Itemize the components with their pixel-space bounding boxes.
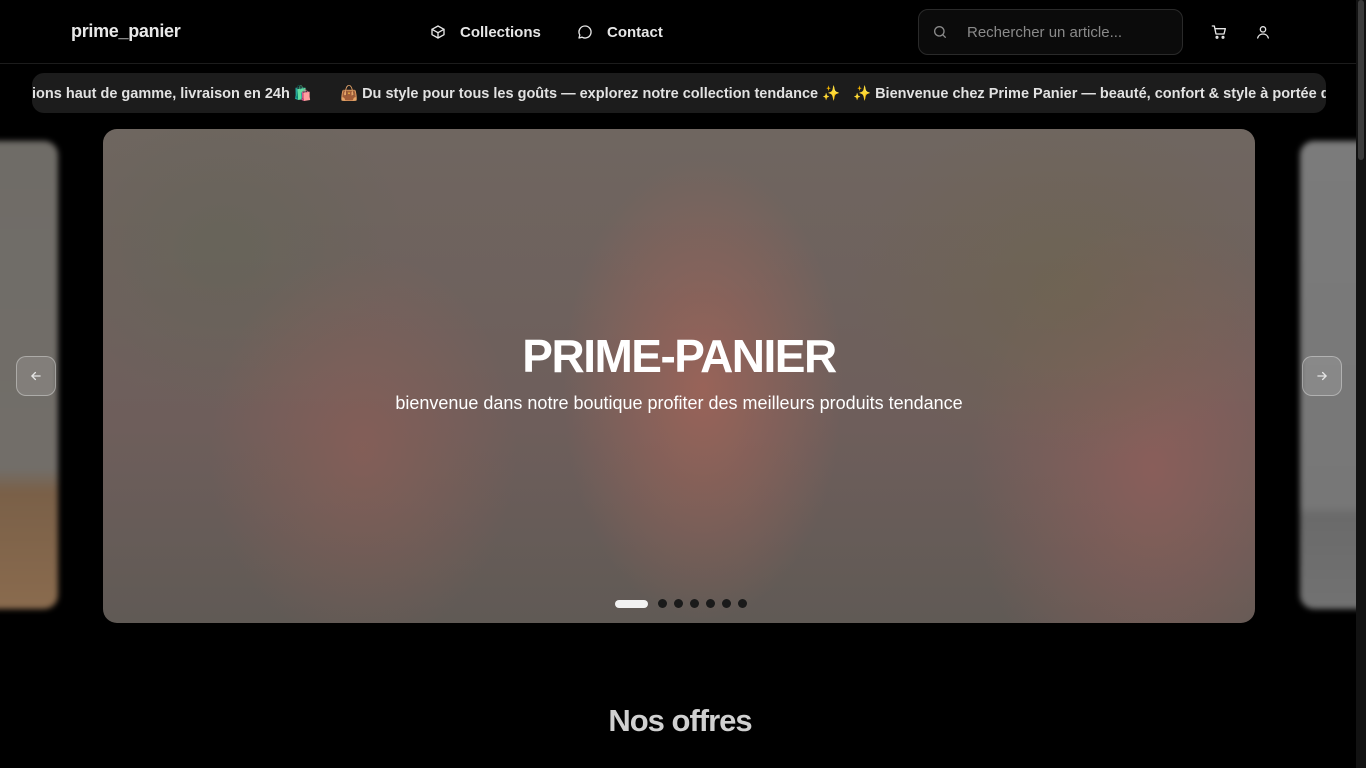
slide-dot[interactable]	[674, 599, 683, 608]
search-input[interactable]	[967, 10, 1177, 54]
nav-collections-label: Collections	[460, 23, 541, 41]
slide-dot[interactable]	[615, 599, 648, 608]
ticker-item: 👜 Du style pour tous les goûts — explore…	[340, 86, 841, 102]
arrow-left-icon	[31, 371, 41, 381]
nav-collections[interactable]: Collections	[430, 20, 541, 44]
scrollbar-thumb[interactable]	[1358, 0, 1364, 160]
hero-slide: PRIME-PANIER bienvenue dans notre boutiq…	[103, 129, 1255, 623]
hero-title: PRIME-PANIER	[522, 330, 837, 382]
cart-button[interactable]	[1209, 22, 1229, 42]
slide-dot[interactable]	[658, 599, 667, 608]
search-icon	[934, 26, 946, 38]
site-header: prime_panier Collections Contact	[0, 0, 1366, 64]
nav-contact[interactable]: Contact	[577, 20, 663, 44]
site-logo[interactable]: prime_panier	[71, 21, 181, 42]
page: prime_panier Collections Contact Recherc…	[0, 0, 1366, 768]
ticker-track: ions haut de gamme, livraison en 24h 🛍️ …	[32, 73, 1326, 113]
user-icon	[1257, 26, 1269, 39]
slide-dot[interactable]	[722, 599, 731, 608]
nav-contact-label: Contact	[607, 23, 663, 41]
ticker-item: ✨ Bienvenue chez Prime Panier — beauté, …	[853, 86, 1326, 102]
ticker-item: ions haut de gamme, livraison en 24h 🛍️	[32, 86, 312, 102]
slide-dot[interactable]	[738, 599, 747, 608]
search-bar	[918, 9, 1183, 55]
chat-icon	[578, 25, 592, 39]
previous-slide-button[interactable]	[16, 356, 56, 396]
cart-icon	[1211, 25, 1226, 39]
hero-subtitle: bienvenue dans notre boutique profiter d…	[395, 393, 963, 413]
announcement-ticker: ions haut de gamme, livraison en 24h 🛍️ …	[32, 73, 1326, 113]
account-button[interactable]	[1253, 22, 1273, 42]
arrow-right-icon	[1317, 371, 1327, 381]
slide-indicators	[615, 599, 747, 608]
section-title-offers: Nos offres	[608, 703, 752, 738]
slide-dot[interactable]	[706, 599, 715, 608]
page-scrollbar[interactable]	[1356, 0, 1366, 768]
slide-dot[interactable]	[690, 599, 699, 608]
next-slide-button[interactable]	[1302, 356, 1342, 396]
box-icon	[431, 25, 445, 39]
